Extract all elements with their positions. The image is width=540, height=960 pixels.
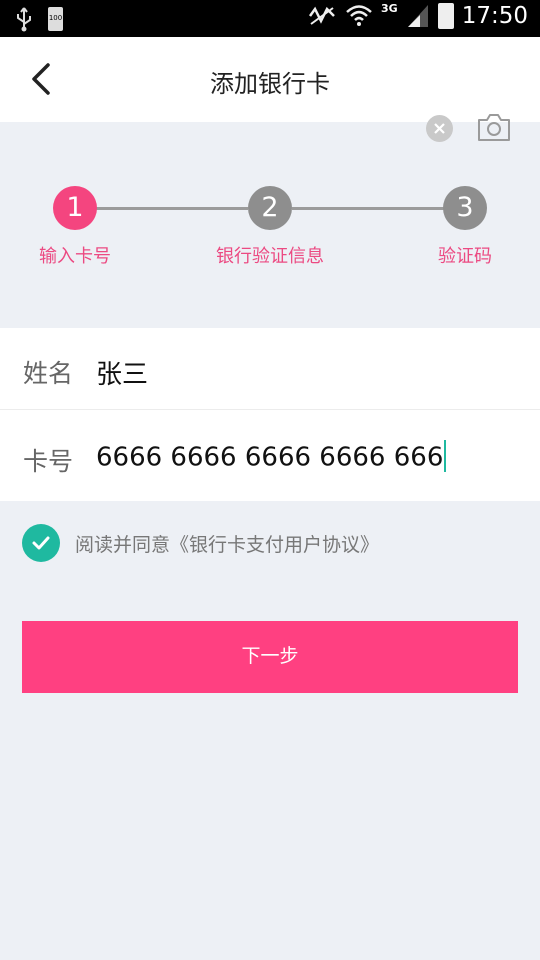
clear-icon xyxy=(426,115,453,142)
step-1-label: 输入卡号 xyxy=(39,246,111,267)
wifi-icon xyxy=(346,5,372,26)
app-bar: 添加银行卡 xyxy=(0,37,540,122)
card-number-row: 卡号 6666 6666 6666 6666 666 xyxy=(0,410,540,501)
page-title: 添加银行卡 xyxy=(210,70,330,98)
name-row: 姓名 张三 xyxy=(0,328,540,410)
agreement-checkbox[interactable] xyxy=(22,524,60,562)
agreement-row: 阅读并同意《银行卡支付用户协议》 xyxy=(22,524,379,562)
step-2-circle: 2 xyxy=(248,186,292,230)
battery-icon: 100 xyxy=(48,7,63,31)
step-3-label: 验证码 xyxy=(438,246,492,267)
battery-icon xyxy=(437,3,454,29)
step-connector xyxy=(96,207,248,210)
card-form: 姓名 张三 卡号 6666 6666 6666 6666 666 xyxy=(0,328,540,501)
nfc-icon xyxy=(308,6,335,25)
card-number-label: 卡号 xyxy=(23,447,74,476)
camera-icon xyxy=(478,114,510,141)
step-connector xyxy=(292,207,444,210)
agreement-link[interactable]: 阅读并同意《银行卡支付用户协议》 xyxy=(75,530,379,557)
clear-button[interactable] xyxy=(426,115,453,142)
step-3-circle: 3 xyxy=(443,186,487,230)
signal-icon xyxy=(407,5,428,27)
text-cursor xyxy=(444,440,447,472)
name-label: 姓名 xyxy=(23,359,74,388)
next-step-button[interactable]: 下一步 xyxy=(22,621,518,693)
usb-icon xyxy=(17,7,31,32)
camera-button[interactable] xyxy=(476,110,512,144)
battery-level-text: 100 xyxy=(48,14,63,22)
network-type-label: 3G xyxy=(381,1,398,15)
name-field[interactable]: 张三 xyxy=(96,354,148,391)
check-icon xyxy=(32,536,50,550)
step-indicator: 1 2 3 输入卡号 银行验证信息 验证码 xyxy=(0,122,540,328)
status-bar: 100 3G 17:50 xyxy=(0,0,540,37)
card-number-field[interactable]: 6666 6666 6666 6666 666 xyxy=(96,440,447,474)
card-number-text: 6666 6666 6666 6666 666 xyxy=(96,442,444,473)
step-1-circle: 1 xyxy=(53,186,97,230)
status-time: 17:50 xyxy=(461,3,528,29)
step-2-label: 银行验证信息 xyxy=(216,246,324,267)
